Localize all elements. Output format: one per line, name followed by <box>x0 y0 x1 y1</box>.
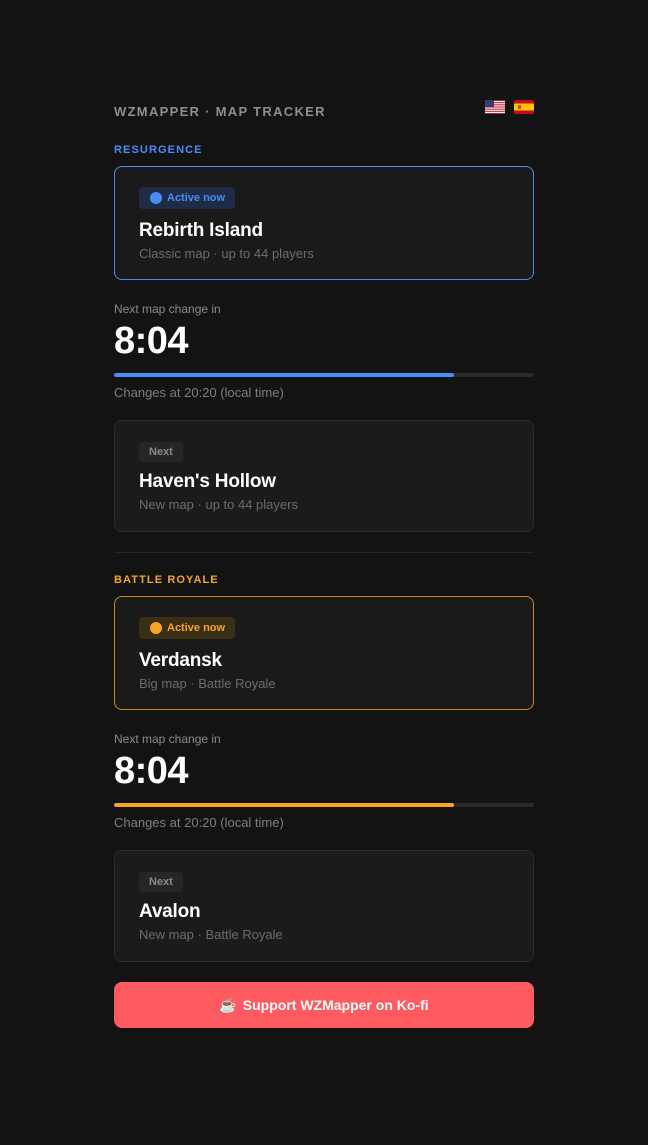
progress-bar <box>114 803 534 807</box>
countdown-timer: 8:04 <box>114 750 189 792</box>
next-map-card-battle-royale: Next Avalon New map · Battle Royale <box>114 850 534 962</box>
status-dot-icon <box>150 622 162 634</box>
active-map-description: Big map · Battle Royale <box>139 676 276 691</box>
app-title: WZMAPPER · MAP TRACKER <box>114 104 326 119</box>
es-flag-icon[interactable] <box>514 100 534 114</box>
active-map-name: Rebirth Island <box>139 220 263 241</box>
changes-at-text: Changes at 20:20 (local time) <box>114 385 284 400</box>
progress-bar <box>114 373 534 377</box>
section-divider <box>114 552 534 553</box>
next-badge: Next <box>139 442 183 462</box>
active-badge: Active now <box>139 617 236 639</box>
kofi-support-button[interactable]: ☕ Support WZMapper on Ko-fi <box>114 982 534 1028</box>
changes-at-text: Changes at 20:20 (local time) <box>114 815 284 830</box>
next-map-description: New map · up to 44 players <box>139 497 298 512</box>
progress-fill <box>114 803 455 807</box>
active-badge: Active now <box>139 187 236 209</box>
progress-fill <box>114 373 455 377</box>
countdown-timer: 8:04 <box>114 320 189 362</box>
us-flag-icon[interactable] <box>485 100 505 114</box>
timer-label: Next map change in <box>114 302 221 316</box>
coffee-icon: ☕ <box>219 996 237 1013</box>
next-badge: Next <box>139 872 183 892</box>
next-map-name: Haven's Hollow <box>139 471 276 492</box>
active-map-description: Classic map · up to 44 players <box>139 246 314 261</box>
section-label-battle-royale: BATTLE ROYALE <box>114 574 219 586</box>
active-map-card-battle-royale: Active now Verdansk Big map · Battle Roy… <box>114 596 534 710</box>
timer-label: Next map change in <box>114 732 221 746</box>
section-label-resurgence: RESURGENCE <box>114 144 203 156</box>
status-dot-icon <box>150 192 162 204</box>
next-map-card-resurgence: Next Haven's Hollow New map · up to 44 p… <box>114 420 534 532</box>
active-map-card-resurgence: Active now Rebirth Island Classic map · … <box>114 166 534 280</box>
language-switcher <box>485 100 534 114</box>
active-map-name: Verdansk <box>139 650 222 671</box>
kofi-button-label: Support WZMapper on Ko-fi <box>242 997 429 1013</box>
active-badge-label: Active now <box>167 192 226 204</box>
next-map-description: New map · Battle Royale <box>139 927 283 942</box>
active-badge-label: Active now <box>167 622 226 634</box>
header: WZMAPPER · MAP TRACKER <box>114 100 534 124</box>
next-map-name: Avalon <box>139 901 201 922</box>
